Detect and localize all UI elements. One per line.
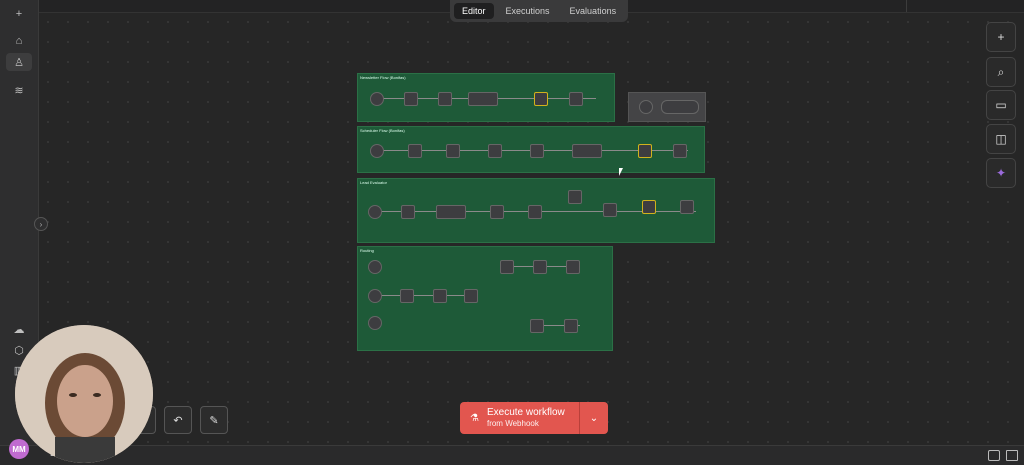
share-icon (639, 100, 653, 114)
workflow-node[interactable] (572, 144, 602, 158)
workflow-node[interactable] (436, 205, 466, 219)
webcam-overlay (15, 325, 153, 463)
workflow-node[interactable] (370, 144, 384, 158)
workflow-node[interactable] (408, 144, 422, 158)
connection (378, 295, 478, 296)
group-title: Routing (360, 248, 374, 253)
layers-icon[interactable]: ≋ (6, 81, 32, 99)
workflow-node[interactable] (533, 260, 547, 274)
workflow-node[interactable] (368, 205, 382, 219)
chevron-down-icon[interactable]: ⌄ (579, 402, 608, 434)
workflow-node[interactable] (468, 92, 498, 106)
mouse-cursor (619, 168, 623, 176)
workflow-node[interactable] (433, 289, 447, 303)
search-button[interactable]: ⌕ (986, 57, 1016, 87)
top-divider (906, 0, 907, 12)
workflow-node[interactable] (528, 205, 542, 219)
expand-icon[interactable] (1006, 450, 1018, 461)
workflow-node[interactable] (368, 289, 382, 303)
group-scheduler-flow[interactable]: Scheduler Flow (Bonifas) (357, 126, 705, 173)
plus-icon[interactable]: + (6, 5, 32, 23)
workflow-node[interactable] (638, 144, 652, 158)
workflow-node[interactable] (370, 92, 384, 106)
sticky-note-button[interactable]: ▭ (986, 90, 1016, 120)
execute-workflow-button[interactable]: ⚗ Execute workflow from Webhook ⌄ (460, 402, 608, 434)
add-node-button[interactable]: + (986, 22, 1016, 52)
workflow-node[interactable] (368, 316, 382, 330)
logs-bar[interactable] (0, 445, 1024, 465)
workflow-node[interactable] (488, 144, 502, 158)
workflow-node[interactable] (642, 200, 656, 214)
workflow-node[interactable] (464, 289, 478, 303)
user-icon[interactable]: ♙ (6, 53, 32, 71)
home-icon[interactable]: ⌂ (6, 32, 32, 50)
group-routing[interactable]: Routing (357, 246, 613, 351)
workflow-node[interactable] (534, 92, 548, 106)
undo-button[interactable]: ↶ (164, 406, 192, 434)
workflow-node[interactable] (568, 190, 582, 204)
workflow-node[interactable] (569, 92, 583, 106)
presenter-face (15, 325, 153, 463)
workflow-node[interactable] (530, 319, 544, 333)
avatar[interactable]: MM (9, 439, 29, 459)
workflow-node[interactable] (680, 200, 694, 214)
group-lead-evaluator[interactable]: Lead Evaluator (357, 178, 715, 243)
workflow-node[interactable] (673, 144, 687, 158)
sidebar-collapse-button[interactable]: › (34, 217, 48, 231)
group-newsletter-flow[interactable]: Newsletter Flow (Bonifas) (357, 73, 615, 122)
flask-icon: ⚗ (470, 412, 479, 424)
view-tabs: Editor Executions Evaluations (450, 0, 629, 22)
logs-panel-icon[interactable] (988, 450, 1000, 461)
workflow-node[interactable] (603, 203, 617, 217)
workflow-node[interactable] (566, 260, 580, 274)
tidy-up-button[interactable]: ✎ (200, 406, 228, 434)
cloud-icon[interactable]: ☁ (6, 320, 32, 338)
ai-assistant-button[interactable]: ✦ (986, 158, 1016, 188)
workflow-node[interactable] (401, 205, 415, 219)
group-title: Newsletter Flow (Bonifas) (360, 75, 406, 80)
workflow-node[interactable] (404, 92, 418, 106)
workflow-node[interactable] (564, 319, 578, 333)
workflow-node[interactable] (490, 205, 504, 219)
node-context-popup[interactable] (628, 92, 706, 122)
workflow-node[interactable] (530, 144, 544, 158)
group-title: Lead Evaluator (360, 180, 387, 185)
tab-editor[interactable]: Editor (454, 3, 494, 19)
workflow-node[interactable] (661, 100, 699, 114)
execute-label: Execute workflow (486, 407, 565, 418)
workflow-node[interactable] (400, 289, 414, 303)
workflow-node[interactable] (446, 144, 460, 158)
tab-evaluations[interactable]: Evaluations (562, 3, 625, 19)
workflow-node[interactable] (368, 260, 382, 274)
workflow-node[interactable] (438, 92, 452, 106)
workflow-node[interactable] (500, 260, 514, 274)
panel-toggle-button[interactable]: ◫ (986, 124, 1016, 154)
group-title: Scheduler Flow (Bonifas) (360, 128, 405, 133)
execute-sublabel: from Webhook (486, 419, 539, 428)
tab-executions[interactable]: Executions (498, 3, 558, 19)
